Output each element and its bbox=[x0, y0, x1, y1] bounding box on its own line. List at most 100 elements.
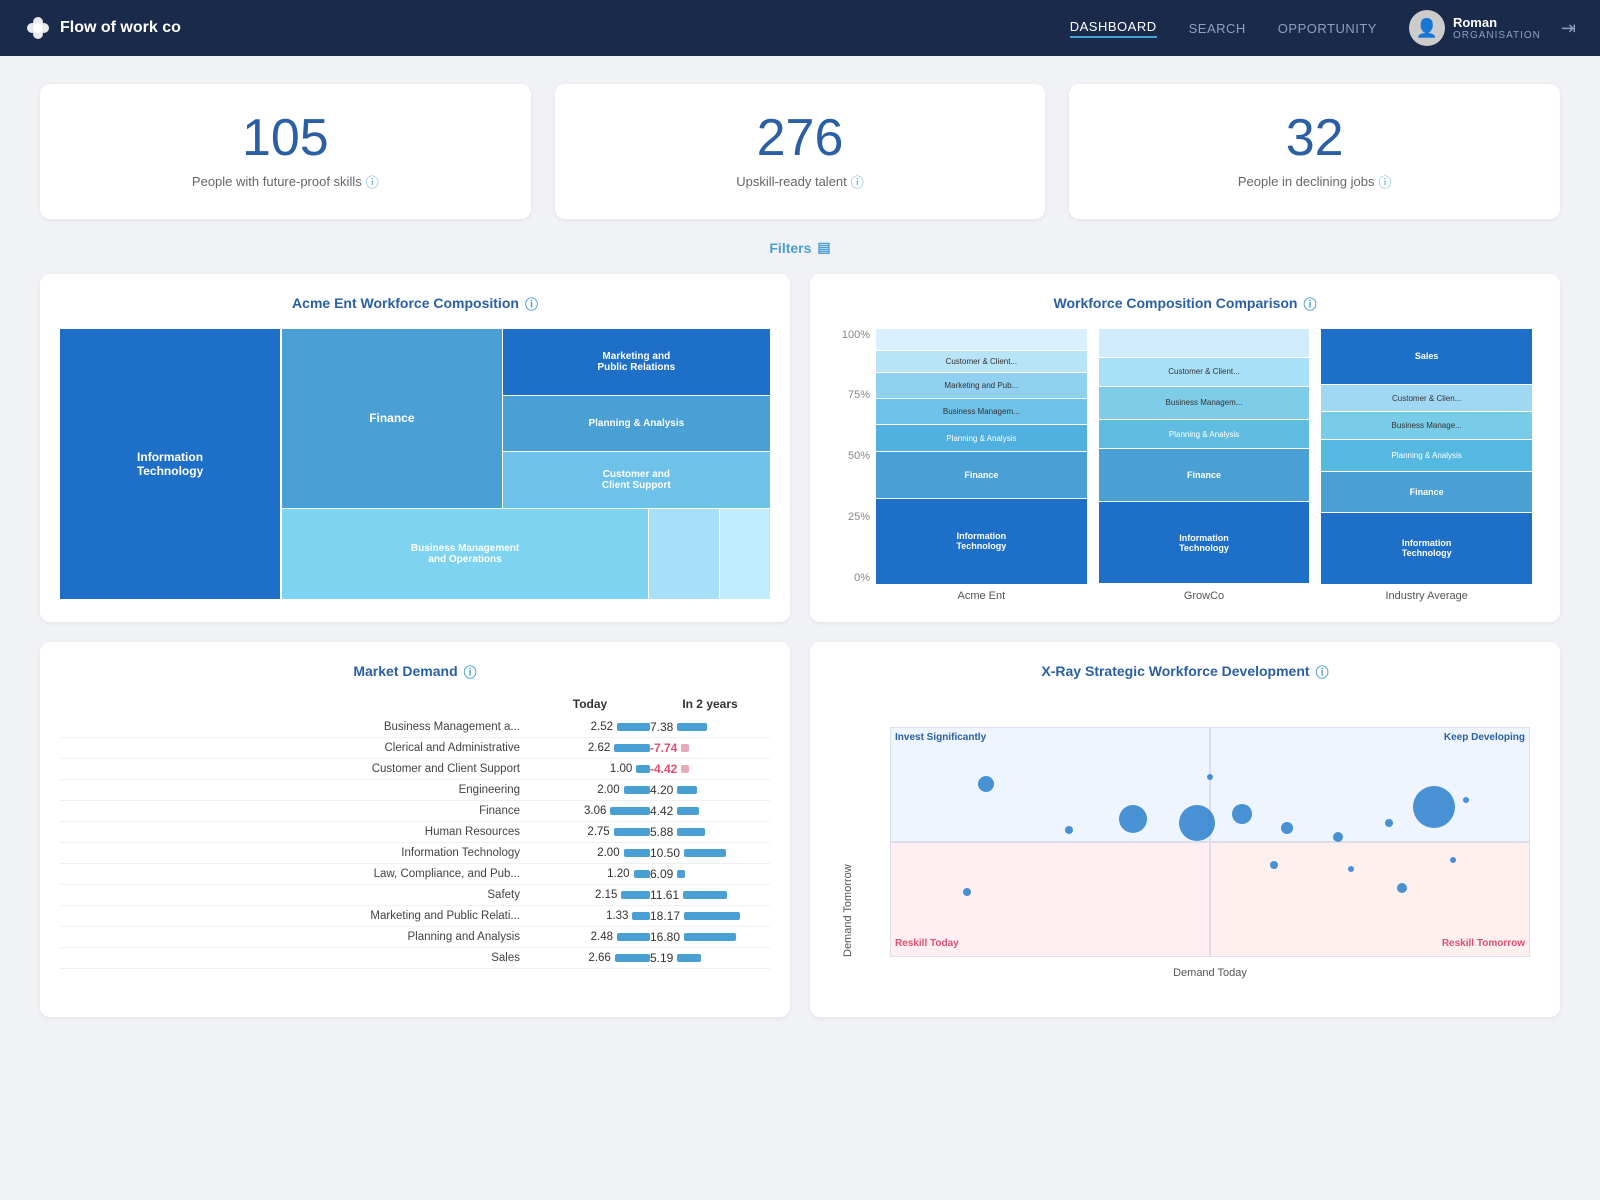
xray-dot-3 bbox=[1179, 805, 1215, 841]
stat-number-2: 276 bbox=[579, 112, 1022, 164]
bar-stack-growco: Customer & Client... Business Managem...… bbox=[1099, 329, 1310, 584]
xray-dot-9 bbox=[1270, 861, 1278, 869]
md-header-row: Today In 2 years bbox=[60, 697, 770, 717]
workforce-comparison-title: Workforce Composition Comparison ⓘ bbox=[830, 294, 1540, 313]
filters-bar: Filters ▤ bbox=[40, 239, 1560, 258]
tm-planning: Planning & Analysis bbox=[503, 396, 770, 451]
md-row-1: Clerical and Administrative 2.62 -7.74 bbox=[60, 738, 770, 759]
nav-opportunity[interactable]: OPPORTUNITY bbox=[1278, 21, 1377, 36]
tm-row1: Finance Marketing andPublic Relations Pl… bbox=[282, 329, 770, 508]
seg-it-ia: InformationTechnology bbox=[1321, 513, 1532, 584]
bar-in2-pos bbox=[677, 786, 697, 794]
md-row-name: Business Management a... bbox=[60, 721, 530, 733]
xray-dot-2 bbox=[1119, 805, 1147, 833]
xray-dot-0 bbox=[978, 776, 994, 792]
logo-text: Flow of work co bbox=[60, 19, 181, 37]
seg-cust-ia: Customer & Clien... bbox=[1321, 385, 1532, 412]
bar-today bbox=[624, 786, 650, 794]
md-row-in2: 10.50 bbox=[650, 846, 770, 860]
md-row-in2: 5.19 bbox=[650, 951, 770, 965]
xray-dot-13 bbox=[963, 888, 971, 896]
bar-stack-industry: Sales Customer & Clien... Business Manag… bbox=[1321, 329, 1532, 584]
stacked-chart-wrapper: 100% 75% 50% 25% 0% Customer & Client...… bbox=[830, 329, 1540, 602]
nav-search[interactable]: SEARCH bbox=[1189, 21, 1246, 36]
bar-today bbox=[617, 723, 650, 731]
seg-bm-gc: Business Managem... bbox=[1099, 387, 1310, 420]
xray-dot-15 bbox=[1207, 774, 1213, 780]
bar-today bbox=[614, 744, 650, 752]
xray-axis-y: Demand Tomorrow bbox=[842, 727, 854, 957]
md-row-today: 1.33 bbox=[530, 910, 650, 922]
bar-in2-pos bbox=[684, 933, 736, 941]
bar-in2-pos bbox=[677, 807, 699, 815]
xray-dot-14 bbox=[1463, 797, 1469, 803]
bar-in2-pos bbox=[677, 870, 685, 878]
bar-today bbox=[615, 954, 650, 962]
tm-marketing: Marketing andPublic Relations bbox=[503, 329, 770, 395]
md-rows: Business Management a... 2.52 7.38 Cleri… bbox=[60, 717, 770, 969]
md-row-in2: 5.88 bbox=[650, 825, 770, 839]
seg-fin-acme: Finance bbox=[876, 452, 1087, 498]
logout-icon[interactable]: ⇥ bbox=[1561, 18, 1576, 39]
bar-in2-pos bbox=[677, 723, 707, 731]
md-row-in2: 6.09 bbox=[650, 867, 770, 881]
xray-dot-6 bbox=[1333, 832, 1343, 842]
md-row-11: Sales 2.66 5.19 bbox=[60, 948, 770, 969]
stat-number-3: 32 bbox=[1093, 112, 1536, 164]
md-row-name: Clerical and Administrative bbox=[60, 742, 530, 754]
user-role: ORGANISATION bbox=[1453, 30, 1541, 41]
md-row-3: Engineering 2.00 4.20 bbox=[60, 780, 770, 801]
user-name: Roman bbox=[1453, 15, 1541, 30]
main-content: 105 People with future-proof skills ⓘ 27… bbox=[0, 56, 1600, 1045]
seg-bm-ia: Business Manage... bbox=[1321, 412, 1532, 439]
seg-plan-gc: Planning & Analysis bbox=[1099, 420, 1310, 448]
seg-cust-gc: Customer & Client... bbox=[1099, 358, 1310, 386]
bar-today bbox=[621, 891, 650, 899]
bar-acme: Customer & Client... Marketing and Pub..… bbox=[876, 329, 1087, 602]
md-row-today: 1.00 bbox=[530, 763, 650, 775]
seg-sales-ia: Sales bbox=[1321, 329, 1532, 384]
md-row-9: Marketing and Public Relati... 1.33 18.1… bbox=[60, 906, 770, 927]
info-icon-3[interactable]: ⓘ bbox=[1378, 172, 1391, 191]
logo[interactable]: Flow of work co bbox=[24, 14, 181, 42]
md-row-name: Information Technology bbox=[60, 847, 530, 859]
seg-bm: Business Managem... bbox=[876, 399, 1087, 424]
md-row-name: Engineering bbox=[60, 784, 530, 796]
wc-info-icon[interactable]: ⓘ bbox=[525, 294, 538, 313]
xray-card: X-Ray Strategic Workforce Development ⓘ … bbox=[810, 642, 1560, 1017]
stat-number-1: 105 bbox=[64, 112, 507, 164]
seg-plan: Planning & Analysis bbox=[876, 425, 1087, 450]
md-row-name: Law, Compliance, and Pub... bbox=[60, 868, 530, 880]
xray-dot-8 bbox=[1413, 786, 1455, 828]
md-row-today: 3.06 bbox=[530, 805, 650, 817]
xray-info-icon[interactable]: ⓘ bbox=[1316, 662, 1329, 681]
navbar-links: DASHBOARD SEARCH OPPORTUNITY bbox=[1070, 19, 1377, 38]
md-row-today: 1.20 bbox=[530, 868, 650, 880]
md-row-name: Sales bbox=[60, 952, 530, 964]
md-row-name: Planning and Analysis bbox=[60, 931, 530, 943]
stat-label-1: People with future-proof skills ⓘ bbox=[64, 172, 507, 191]
nav-dashboard[interactable]: DASHBOARD bbox=[1070, 19, 1157, 38]
md-row-today: 2.48 bbox=[530, 931, 650, 943]
xray-dot-7 bbox=[1385, 819, 1393, 827]
xray-axis-x: Demand Today bbox=[890, 967, 1530, 979]
md-info-icon[interactable]: ⓘ bbox=[464, 662, 477, 681]
bars-container: Customer & Client... Marketing and Pub..… bbox=[876, 329, 1532, 602]
bar-label-industry: Industry Average bbox=[1386, 590, 1468, 602]
tm-small1 bbox=[649, 509, 719, 599]
md-row-6: Information Technology 2.00 10.50 bbox=[60, 843, 770, 864]
navbar: Flow of work co DASHBOARD SEARCH OPPORTU… bbox=[0, 0, 1600, 56]
tm-it-label: InformationTechnology bbox=[133, 446, 207, 482]
workforce-composition-title: Acme Ent Workforce Composition ⓘ bbox=[60, 294, 770, 313]
seg-plan-ia: Planning & Analysis bbox=[1321, 440, 1532, 471]
filter-icon: ▤ bbox=[817, 239, 830, 256]
stat-declining: 32 People in declining jobs ⓘ bbox=[1069, 84, 1560, 219]
filters-button[interactable]: Filters ▤ bbox=[769, 239, 830, 256]
info-icon-1[interactable]: ⓘ bbox=[366, 172, 379, 191]
md-row-in2: 18.17 bbox=[650, 909, 770, 923]
tm-bm: Business Managementand Operations bbox=[282, 509, 648, 599]
info-icon-2[interactable]: ⓘ bbox=[851, 172, 864, 191]
seg-fin-gc: Finance bbox=[1099, 449, 1310, 500]
md-row-today: 2.66 bbox=[530, 952, 650, 964]
wcc-info-icon[interactable]: ⓘ bbox=[1303, 294, 1316, 313]
